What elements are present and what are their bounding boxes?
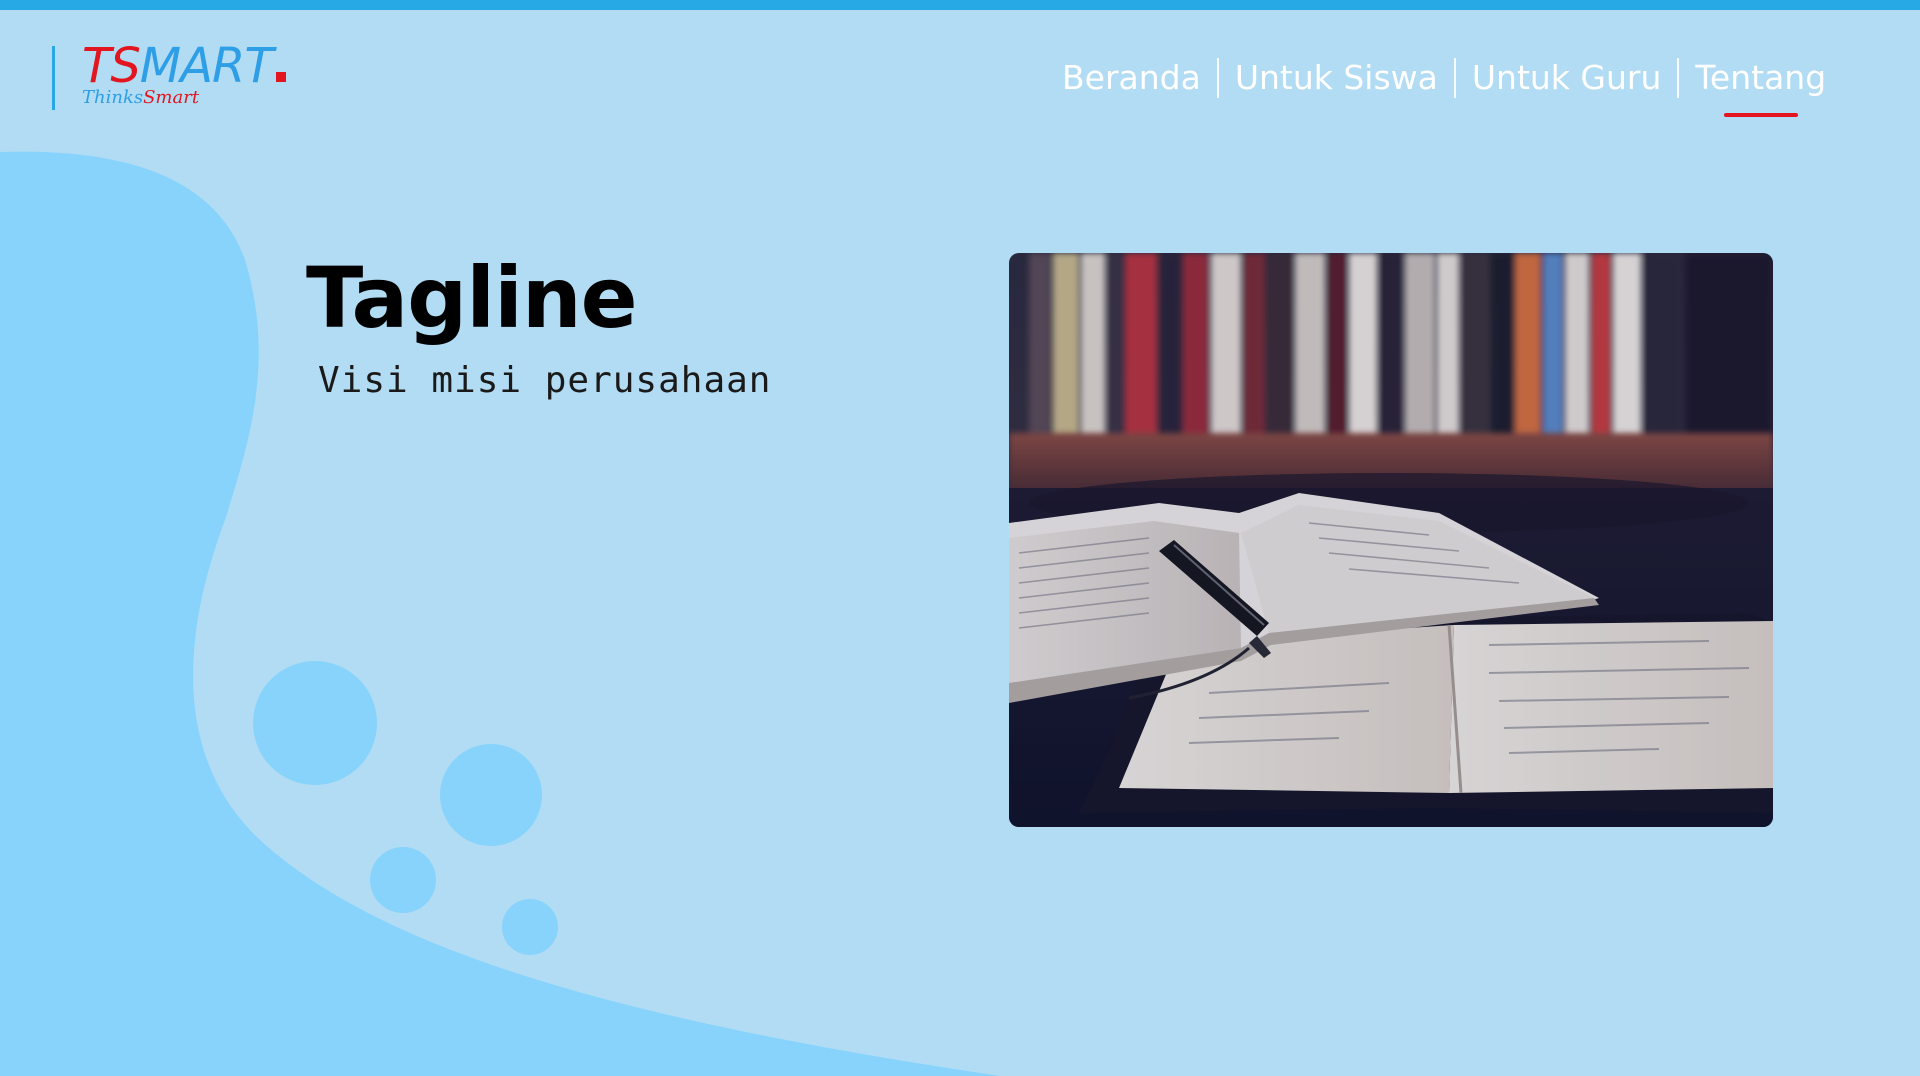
decor-circle-2 (440, 744, 542, 846)
logo-sub-thinks: Thinks (82, 87, 144, 108)
nav-item-untuk-siswa[interactable]: Untuk Siswa (1219, 56, 1454, 100)
logo-ts: TS (82, 38, 141, 94)
hero-image (1009, 253, 1773, 827)
logo-dot-icon (275, 72, 286, 82)
hero-title: Tagline (306, 249, 638, 347)
logo-sub-smart: Smart (143, 87, 200, 108)
decor-circle-1 (253, 661, 377, 785)
logo-mart: MART (139, 38, 274, 94)
nav-item-untuk-guru[interactable]: Untuk Guru (1456, 56, 1678, 100)
nav-item-tentang[interactable]: Tentang (1679, 56, 1842, 100)
main-nav: Beranda Untuk Siswa Untuk Guru Tentang (1046, 56, 1842, 100)
brand-logo[interactable]: TSMART ThinksSmart (52, 42, 286, 110)
landing-page: TSMART ThinksSmart Beranda Untuk Siswa U… (0, 0, 1920, 1076)
open-books-photo-icon (1009, 253, 1773, 827)
nav-item-beranda[interactable]: Beranda (1046, 56, 1217, 100)
decor-circle-4 (502, 899, 558, 955)
decor-circle-3 (370, 847, 436, 913)
logo-wordmark: TSMART (82, 42, 286, 90)
hero-subtitle: Visi misi perusahaan (318, 360, 772, 401)
